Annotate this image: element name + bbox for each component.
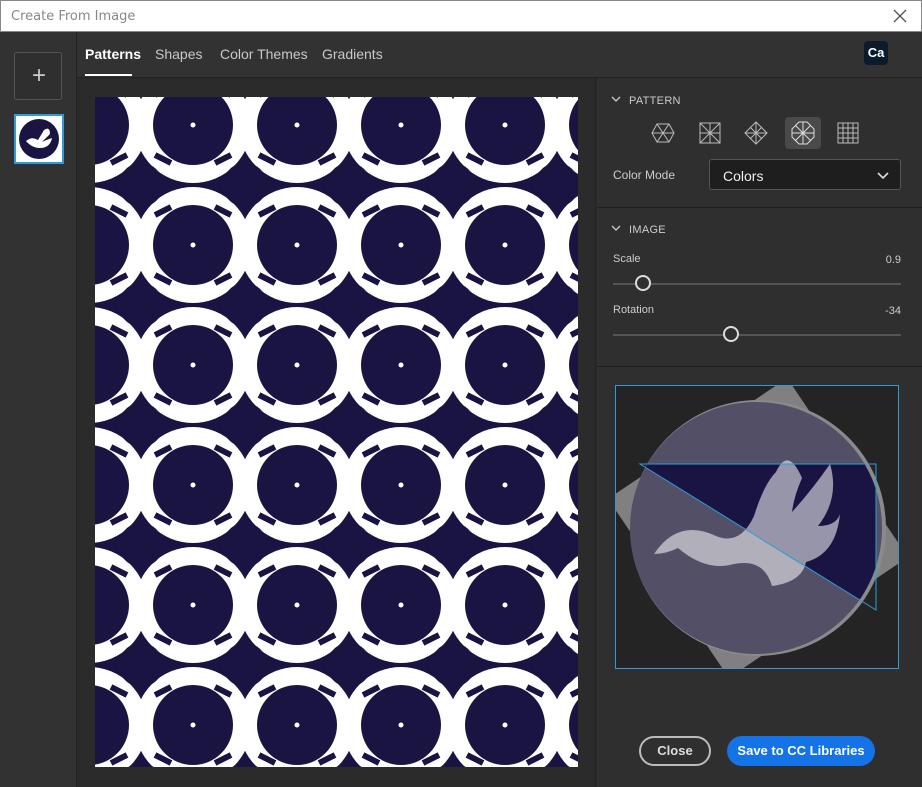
- image-sidebar: +: [0, 32, 77, 787]
- color-mode-value: Colors: [723, 168, 764, 184]
- square-pattern-mode[interactable]: [692, 117, 728, 149]
- window-titlebar: Create From Image: [0, 0, 922, 32]
- octagon-pattern-mode[interactable]: [785, 117, 821, 149]
- image-heading: IMAGE: [629, 224, 666, 236]
- chevron-down-icon: [611, 223, 621, 236]
- image-section-header[interactable]: IMAGE: [611, 223, 666, 236]
- color-mode-label: Color Mode: [613, 168, 676, 182]
- pattern-preview: [95, 97, 578, 767]
- tab-shapes[interactable]: Shapes: [155, 46, 202, 62]
- source-image-preview: [616, 386, 898, 668]
- tab-bar: Patterns Shapes Color Themes Gradients C…: [77, 32, 922, 78]
- settings-panel: PATTERN Color Mode Colors IMAGE Scale 0.…: [597, 78, 922, 787]
- rotation-value: -34: [885, 305, 901, 317]
- capture-app-badge: Ca: [864, 41, 888, 65]
- window-title: Create From Image: [11, 9, 136, 24]
- pattern-canvas: [77, 78, 596, 787]
- pattern-heading: PATTERN: [629, 95, 681, 107]
- octagon-icon: [791, 121, 815, 145]
- grid-icon: [837, 122, 859, 144]
- source-image-thumbnail[interactable]: [14, 114, 64, 164]
- close-button[interactable]: Close: [639, 736, 711, 766]
- color-mode-select[interactable]: Colors: [709, 159, 901, 190]
- active-tab-indicator: [85, 74, 132, 76]
- plus-icon: +: [31, 62, 46, 89]
- tab-color-themes[interactable]: Color Themes: [220, 46, 308, 62]
- square-grid-icon: [699, 122, 721, 144]
- scale-slider-track[interactable]: [613, 283, 901, 285]
- scale-slider-thumb[interactable]: [635, 275, 651, 291]
- tab-patterns[interactable]: Patterns: [85, 46, 141, 62]
- rotation-label: Rotation: [613, 304, 654, 316]
- logo-thumbnail-icon: [19, 119, 59, 159]
- pattern-section-header[interactable]: PATTERN: [611, 94, 681, 107]
- rotation-slider-thumb[interactable]: [723, 326, 739, 342]
- scale-label: Scale: [613, 253, 641, 265]
- save-to-cc-libraries-button[interactable]: Save to CC Libraries: [727, 736, 875, 766]
- hexagon-pattern-mode[interactable]: [645, 117, 681, 149]
- tab-gradients[interactable]: Gradients: [322, 46, 383, 62]
- hexagon-icon: [651, 123, 675, 143]
- scale-value: 0.9: [885, 254, 901, 266]
- chevron-down-icon: [611, 94, 621, 107]
- crop-preview[interactable]: [615, 385, 899, 669]
- rotation-slider-track[interactable]: [613, 334, 901, 336]
- grid-pattern-mode[interactable]: [830, 117, 866, 149]
- chevron-down-icon: [877, 172, 889, 180]
- divider: [597, 207, 922, 208]
- add-image-button[interactable]: +: [14, 52, 62, 100]
- close-icon[interactable]: [889, 5, 911, 27]
- diamond-pattern-mode[interactable]: [738, 117, 774, 149]
- diamond-icon: [744, 121, 768, 145]
- divider: [597, 366, 922, 367]
